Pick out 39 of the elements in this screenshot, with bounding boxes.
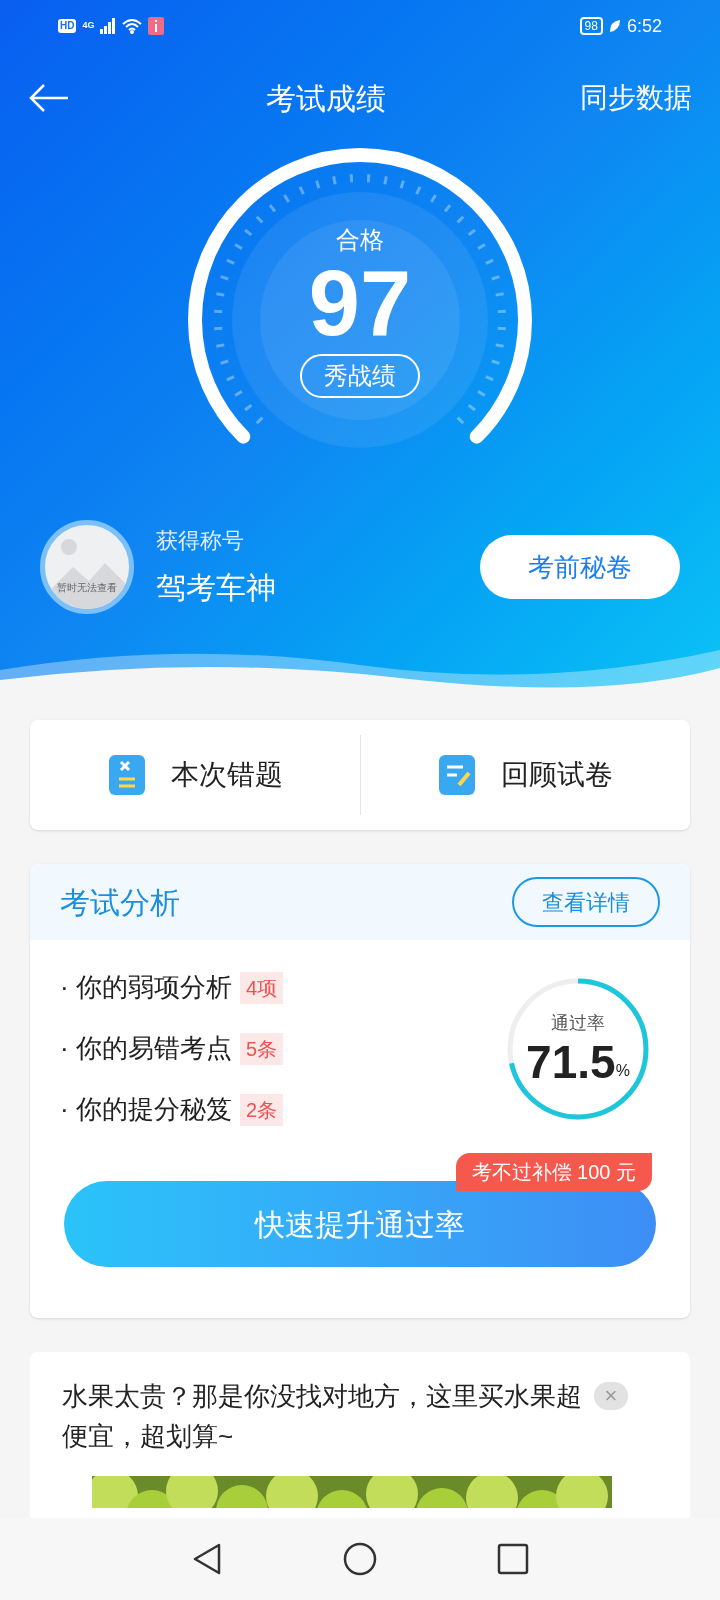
share-score-button[interactable]: 秀战绩 — [300, 354, 420, 398]
title-label: 获得称号 — [156, 527, 245, 555]
wifi-icon — [122, 18, 143, 34]
quick-action-button[interactable]: 本次错题 — [170, 754, 283, 796]
earned-title: 驾考车神 — [156, 570, 276, 606]
back-nav-button[interactable] — [191, 1542, 223, 1576]
recents-nav-button[interactable] — [497, 1543, 529, 1575]
clock-time: 6:52 — [626, 14, 662, 38]
page-title: 考试成绩 — [266, 80, 386, 117]
count-badge: 2条 — [239, 1093, 283, 1126]
analysis-item[interactable]: · 你的易错考点 — [60, 1029, 232, 1068]
home-nav-button[interactable] — [343, 1542, 377, 1576]
count-badge: 4项 — [239, 971, 283, 1004]
battery-indicator: 98 — [579, 17, 603, 35]
ad-text: 水果太贵？那是你没找对地方，这里买水果超便宜，超划算~ — [62, 1380, 583, 1453]
wrong-list-icon — [106, 753, 147, 797]
boost-pass-rate-button[interactable]: 快速提升通过率 — [64, 1181, 656, 1267]
analysis-item[interactable]: · 你的提分秘笈 — [60, 1090, 232, 1129]
pass-rate-label: 通过率 — [551, 1012, 605, 1035]
app-notification-icon — [148, 17, 165, 35]
network-label: 4G — [82, 19, 95, 33]
refund-promo-tag: 考不过补偿 100 元 — [455, 1153, 652, 1191]
close-ad-button[interactable]: × — [594, 1382, 628, 1410]
hd-icon: HD — [58, 19, 77, 33]
pass-status: 合格 — [336, 225, 384, 255]
pass-rate-value: 71.5 — [526, 1037, 616, 1087]
avatar-caption: 暂时无法查看 — [57, 581, 117, 595]
analysis-title: 考试分析 — [60, 884, 180, 921]
exam-secrets-button[interactable]: 考前秘卷 — [480, 535, 680, 599]
view-details-button[interactable]: 查看详情 — [512, 877, 660, 927]
signal-icon — [100, 18, 117, 34]
sync-data-button[interactable]: 同步数据 — [580, 77, 692, 119]
edit-paper-icon — [437, 753, 478, 797]
analysis-item[interactable]: · 你的弱项分析 — [60, 968, 232, 1007]
quick-action-button[interactable]: 回顾试卷 — [501, 754, 614, 796]
score-value: 97 — [308, 258, 412, 348]
leaf-icon — [608, 19, 621, 33]
count-badge: 5条 — [239, 1032, 283, 1065]
percent-unit: % — [615, 1062, 630, 1081]
